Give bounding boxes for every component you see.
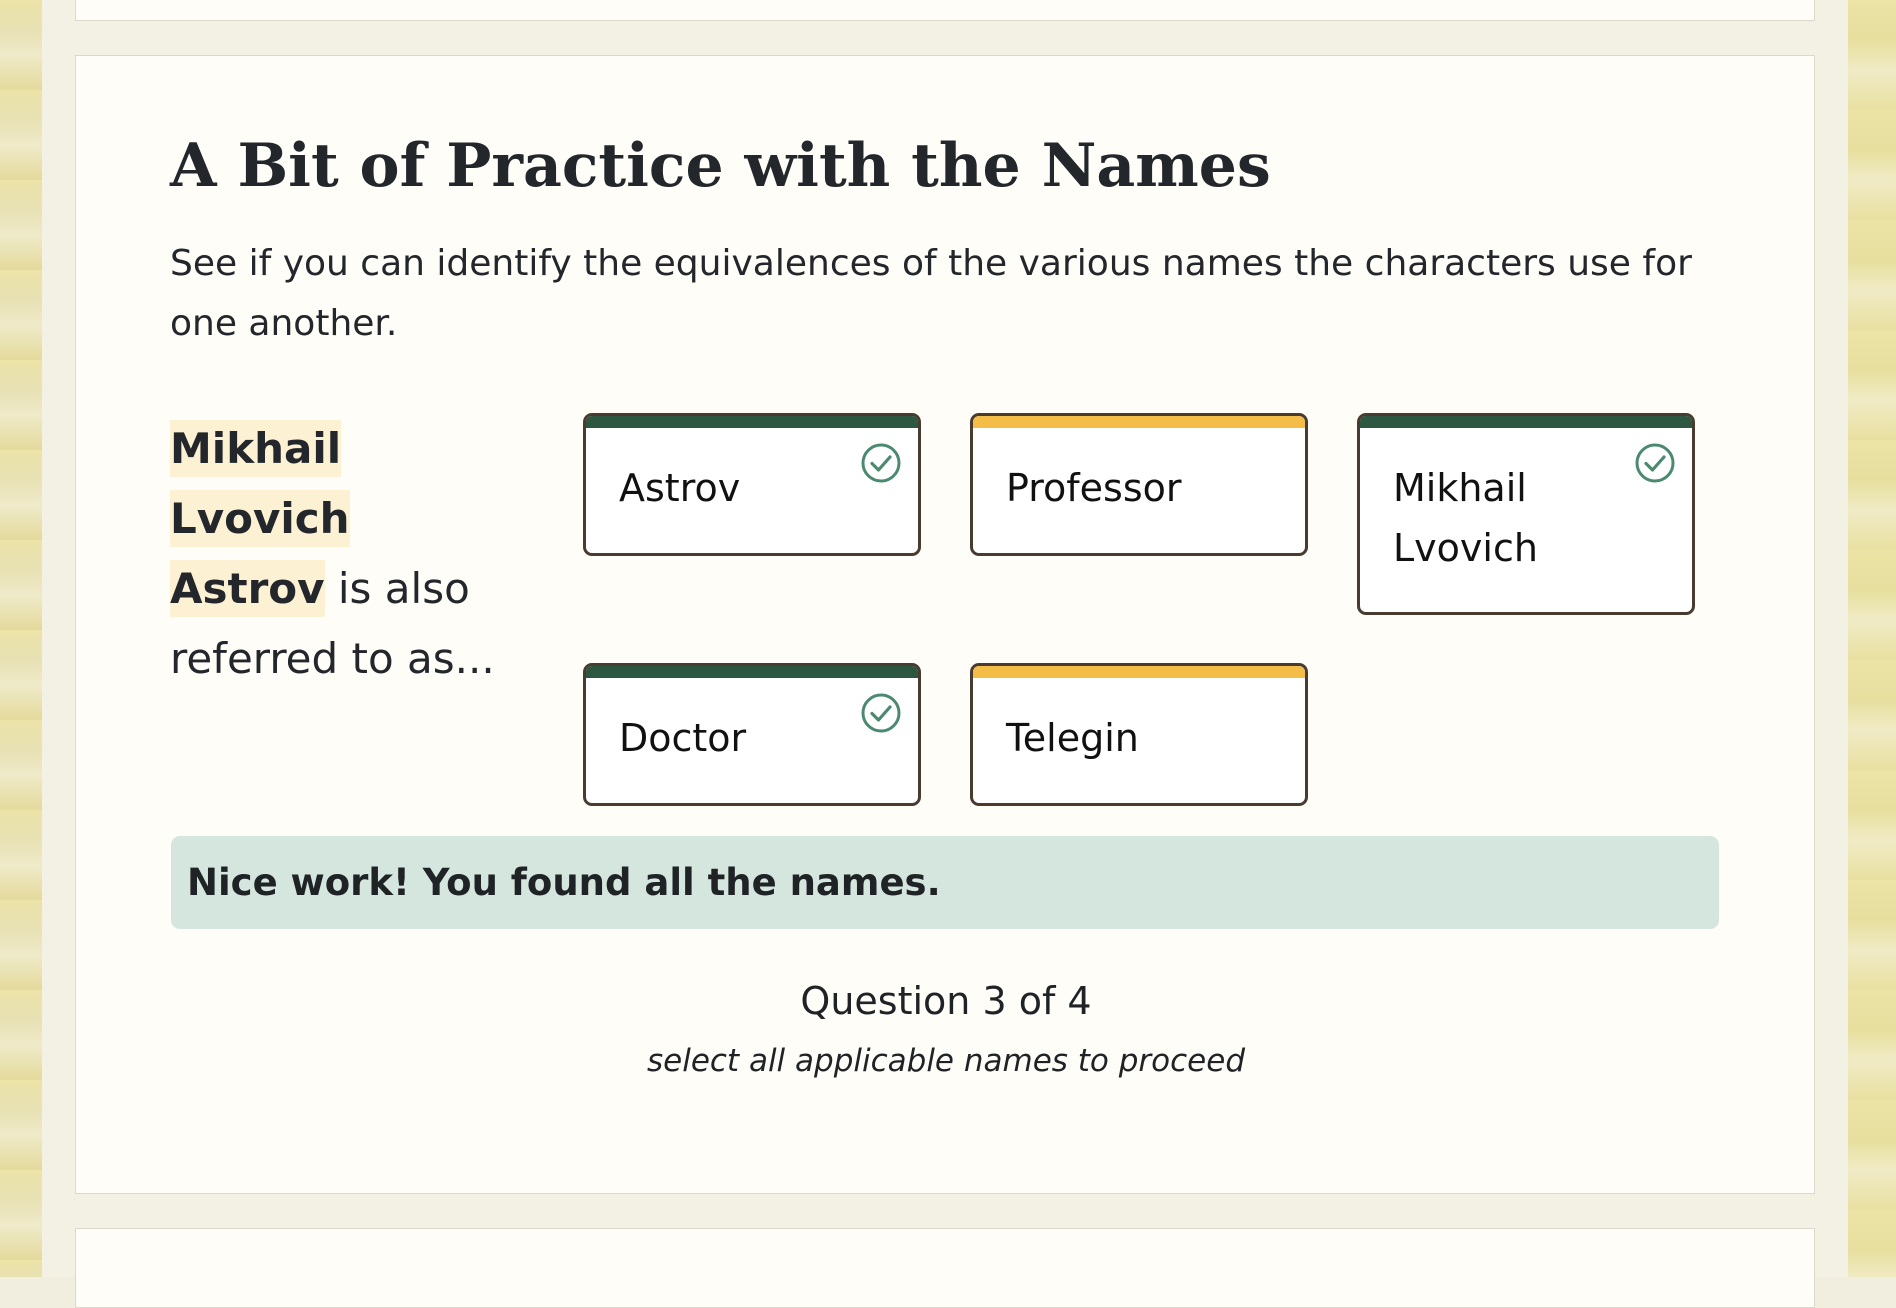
option-professor[interactable]: Professor (970, 413, 1308, 556)
question-progress: Question 3 of 4 (800, 979, 1092, 1023)
proceed-hint: select all applicable names to proceed (646, 1043, 1246, 1079)
check-circle-icon (1635, 443, 1675, 483)
check-circle-icon (861, 443, 901, 483)
option-top-bar (973, 666, 1305, 678)
highlighted-name: Mikhail Lvovich (170, 420, 350, 547)
option-top-bar (586, 666, 918, 678)
option-top-bar (973, 416, 1305, 428)
option-label: Professor (1006, 466, 1182, 510)
option-astrov[interactable]: Astrov (583, 413, 921, 556)
option-mikhail-lvovich[interactable]: Mikhail Lvovich (1357, 413, 1695, 615)
background-left-edge (0, 0, 42, 1277)
option-label: Doctor (619, 716, 747, 760)
feedback-message: Nice work! You found all the names. (171, 836, 1719, 929)
check-circle-icon (861, 693, 901, 733)
option-top-bar (1360, 416, 1692, 428)
section-title: A Bit of Practice with the Names (170, 131, 1271, 201)
section-intro: See if you can identify the equivalences… (170, 243, 1692, 344)
option-top-bar (586, 416, 918, 428)
option-telegin[interactable]: Telegin (970, 663, 1308, 806)
option-label: Astrov (619, 466, 741, 510)
next-card (75, 1228, 1815, 1308)
option-doctor[interactable]: Doctor (583, 663, 921, 806)
highlighted-name: Astrov (170, 560, 325, 617)
question-prompt: Mikhail Lvovich Astrov is also referred t… (170, 414, 510, 694)
option-label: Telegin (1006, 716, 1139, 760)
option-label: Mikhail Lvovich (1393, 466, 1538, 570)
quiz-card: A Bit of Practice with the Names See if … (75, 55, 1815, 1194)
background-right-edge (1848, 0, 1896, 1277)
previous-card (75, 0, 1815, 21)
